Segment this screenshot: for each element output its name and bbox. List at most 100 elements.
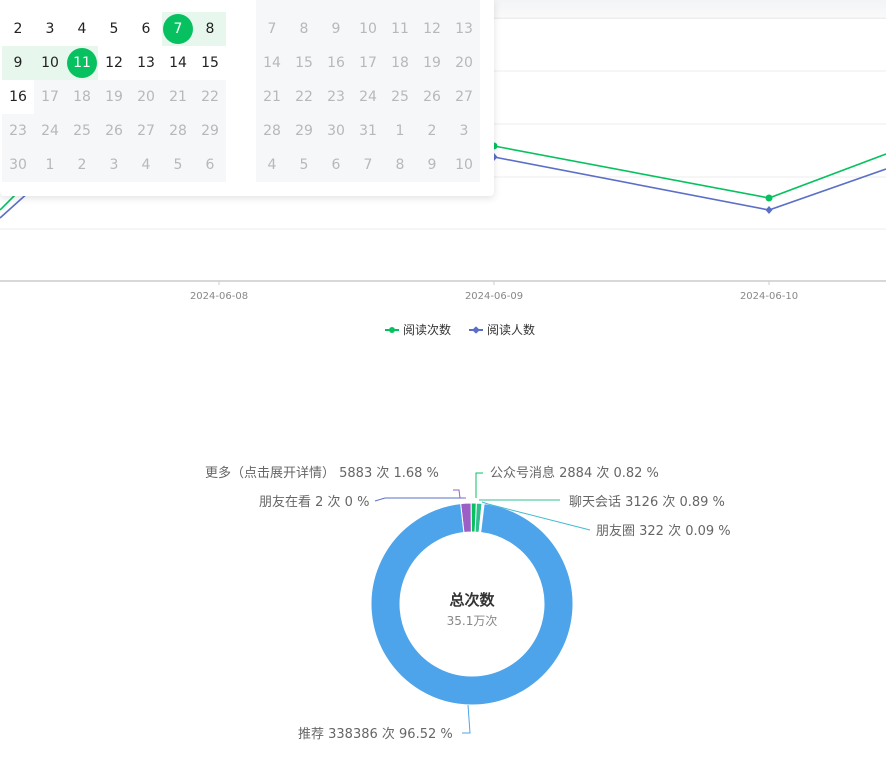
calendar-week-row: 2345678 — [2, 12, 226, 46]
calendar-week-row: 21 22 23 24 25 26 27 — [256, 80, 480, 114]
calendar-day[interactable]: 27 — [130, 114, 162, 148]
pie-leader-line — [374, 497, 464, 502]
calendar-week-row: 16 17 18 19 20 21 22 — [2, 80, 226, 114]
legend-item-reader-count[interactable]: 阅读人数 — [469, 321, 535, 338]
calendar-day[interactable]: 24 — [34, 114, 66, 148]
calendar-day[interactable]: 7 — [162, 12, 194, 46]
calendar-day[interactable]: 5 — [162, 148, 194, 182]
calendar-day[interactable]: 15 — [288, 46, 320, 80]
calendar-day[interactable]: 17 — [34, 80, 66, 114]
calendar-day[interactable]: 31 — [352, 114, 384, 148]
calendar-week-row: 14 15 16 17 18 19 20 — [256, 46, 480, 80]
calendar-day[interactable]: 30 — [320, 114, 352, 148]
calendar-day[interactable]: 26 — [416, 80, 448, 114]
pie-label-official-account: 公众号消息 2884 次 0.82 % — [490, 466, 659, 481]
calendar-day[interactable]: 17 — [352, 46, 384, 80]
calendar-day[interactable]: 9 — [2, 46, 34, 80]
calendar-day[interactable]: 5 — [98, 12, 130, 46]
calendar-day[interactable]: 12 — [416, 12, 448, 46]
calendar-day[interactable]: 3 — [448, 114, 480, 148]
calendar-day[interactable]: 1 — [384, 114, 416, 148]
calendar-day[interactable]: 8 — [384, 148, 416, 182]
calendar-day[interactable]: 24 — [352, 80, 384, 114]
calendar-day[interactable]: 8 — [194, 12, 226, 46]
calendar-day[interactable]: 21 — [256, 80, 288, 114]
calendar-day[interactable]: 4 — [256, 148, 288, 182]
legend-label: 阅读人数 — [487, 323, 536, 337]
calendar-day[interactable]: 2 — [2, 12, 34, 46]
calendar-day[interactable]: 14 — [162, 46, 194, 80]
calendar-day[interactable]: 2 — [416, 114, 448, 148]
chart-legend: 阅读次数 阅读人数 — [385, 321, 535, 338]
pie-label-recommend: 推荐 338386 次 96.52 % — [298, 727, 453, 742]
date-range-picker-popup: 2 3 4 5 6 7 8 9 10 11 12 13 14 15 16 17 18 19 20 21 22 23 24 25… — [0, 0, 494, 196]
calendar-day[interactable]: 26 — [98, 114, 130, 148]
calendar-day[interactable]: 11 — [66, 46, 98, 80]
pie-label-friends-watching: 朋友在看 2 次 0 % — [259, 495, 370, 510]
calendar-day[interactable]: 18 — [66, 80, 98, 114]
calendar-day[interactable]: 27 — [448, 80, 480, 114]
pie-label-more[interactable]: 更多（点击展开详情） 5883 次 1.68 % — [205, 462, 439, 481]
legend-item-read-count[interactable]: 阅读次数 — [385, 321, 451, 338]
data-point[interactable] — [765, 206, 773, 214]
legend-label: 阅读次数 — [403, 323, 452, 337]
pie-leader-line — [453, 489, 466, 499]
calendar-day[interactable]: 15 — [194, 46, 226, 80]
calendar-day[interactable]: 14 — [256, 46, 288, 80]
calendar-day[interactable]: 4 — [66, 12, 98, 46]
calendar-day[interactable]: 8 — [288, 12, 320, 46]
calendar-day[interactable]: 28 — [256, 114, 288, 148]
calendar-day[interactable]: 6 — [320, 148, 352, 182]
calendar-day[interactable]: 19 — [98, 80, 130, 114]
calendar-day[interactable]: 11 — [384, 12, 416, 46]
calendar-day[interactable]: 3 — [34, 12, 66, 46]
calendar-week-row: 30 1 2 3 4 5 6 — [2, 148, 226, 182]
calendar-day[interactable]: 9 — [416, 148, 448, 182]
calendar-week-row: 28 29 30 31 1 2 3 — [256, 114, 480, 148]
legend-marker-icon — [469, 325, 484, 335]
calendar-day[interactable]: 10 — [34, 46, 66, 80]
calendar-day[interactable]: 29 — [288, 114, 320, 148]
calendar-day[interactable]: 4 — [130, 148, 162, 182]
calendar-day[interactable]: 16 — [320, 46, 352, 80]
calendar-day[interactable]: 18 — [384, 46, 416, 80]
calendar-day[interactable]: 2 — [66, 148, 98, 182]
calendar-day[interactable]: 20 — [130, 80, 162, 114]
data-point[interactable] — [765, 194, 773, 202]
calendar-week-row: 7 8 9 10 11 12 13 — [256, 12, 480, 46]
calendar-day[interactable]: 1 — [34, 148, 66, 182]
calendar-day[interactable]: 25 — [384, 80, 416, 114]
calendar-day[interactable]: 28 — [162, 114, 194, 148]
calendar-day[interactable]: 10 — [352, 12, 384, 46]
calendar-day[interactable]: 13 — [448, 12, 480, 46]
calendar-day[interactable]: 10 — [448, 148, 480, 182]
calendar-day[interactable]: 7 — [256, 12, 288, 46]
calendar-day[interactable]: 20 — [448, 46, 480, 80]
calendar-day[interactable]: 13 — [130, 46, 162, 80]
calendar-day[interactable]: 29 — [194, 114, 226, 148]
calendar-day[interactable]: 12 — [98, 46, 130, 80]
calendar-day[interactable]: 22 — [194, 80, 226, 114]
calendar-month-right: 7 8 9 10 11 12 13 14 15 16 17 18 19 20 21 22 23 24 25 26 27 2… — [256, 0, 480, 182]
pie-leader-line — [475, 472, 483, 498]
x-axis-tick-label: 2024-06-10 — [739, 291, 799, 302]
calendar-day[interactable]: 21 — [162, 80, 194, 114]
calendar-day[interactable]: 22 — [288, 80, 320, 114]
calendar-day[interactable]: 6 — [130, 12, 162, 46]
calendar-day[interactable]: 30 — [2, 148, 34, 182]
donut-center-title: 总次数 — [449, 591, 495, 609]
x-axis-tick-label: 2024-06-09 — [464, 291, 524, 302]
calendar-day[interactable]: 3 — [98, 148, 130, 182]
calendar-day[interactable]: 5 — [288, 148, 320, 182]
calendar-day[interactable]: 9 — [320, 12, 352, 46]
pie-label-moments: 朋友圈 322 次 0.09 % — [596, 524, 731, 539]
calendar-day[interactable]: 23 — [320, 80, 352, 114]
calendar-day[interactable]: 7 — [352, 148, 384, 182]
calendar-day[interactable]: 19 — [416, 46, 448, 80]
calendar-day[interactable]: 16 — [2, 80, 34, 114]
calendar-month-left: 2 3 4 5 6 7 8 9 10 11 12 13 14 15 16 17 18 19 20 21 22 23 24 25… — [2, 0, 226, 182]
calendar-week-row: 9 10 11 12 13 14 15 — [2, 46, 226, 80]
calendar-day[interactable]: 25 — [66, 114, 98, 148]
calendar-day[interactable]: 6 — [194, 148, 226, 182]
calendar-day[interactable]: 23 — [2, 114, 34, 148]
